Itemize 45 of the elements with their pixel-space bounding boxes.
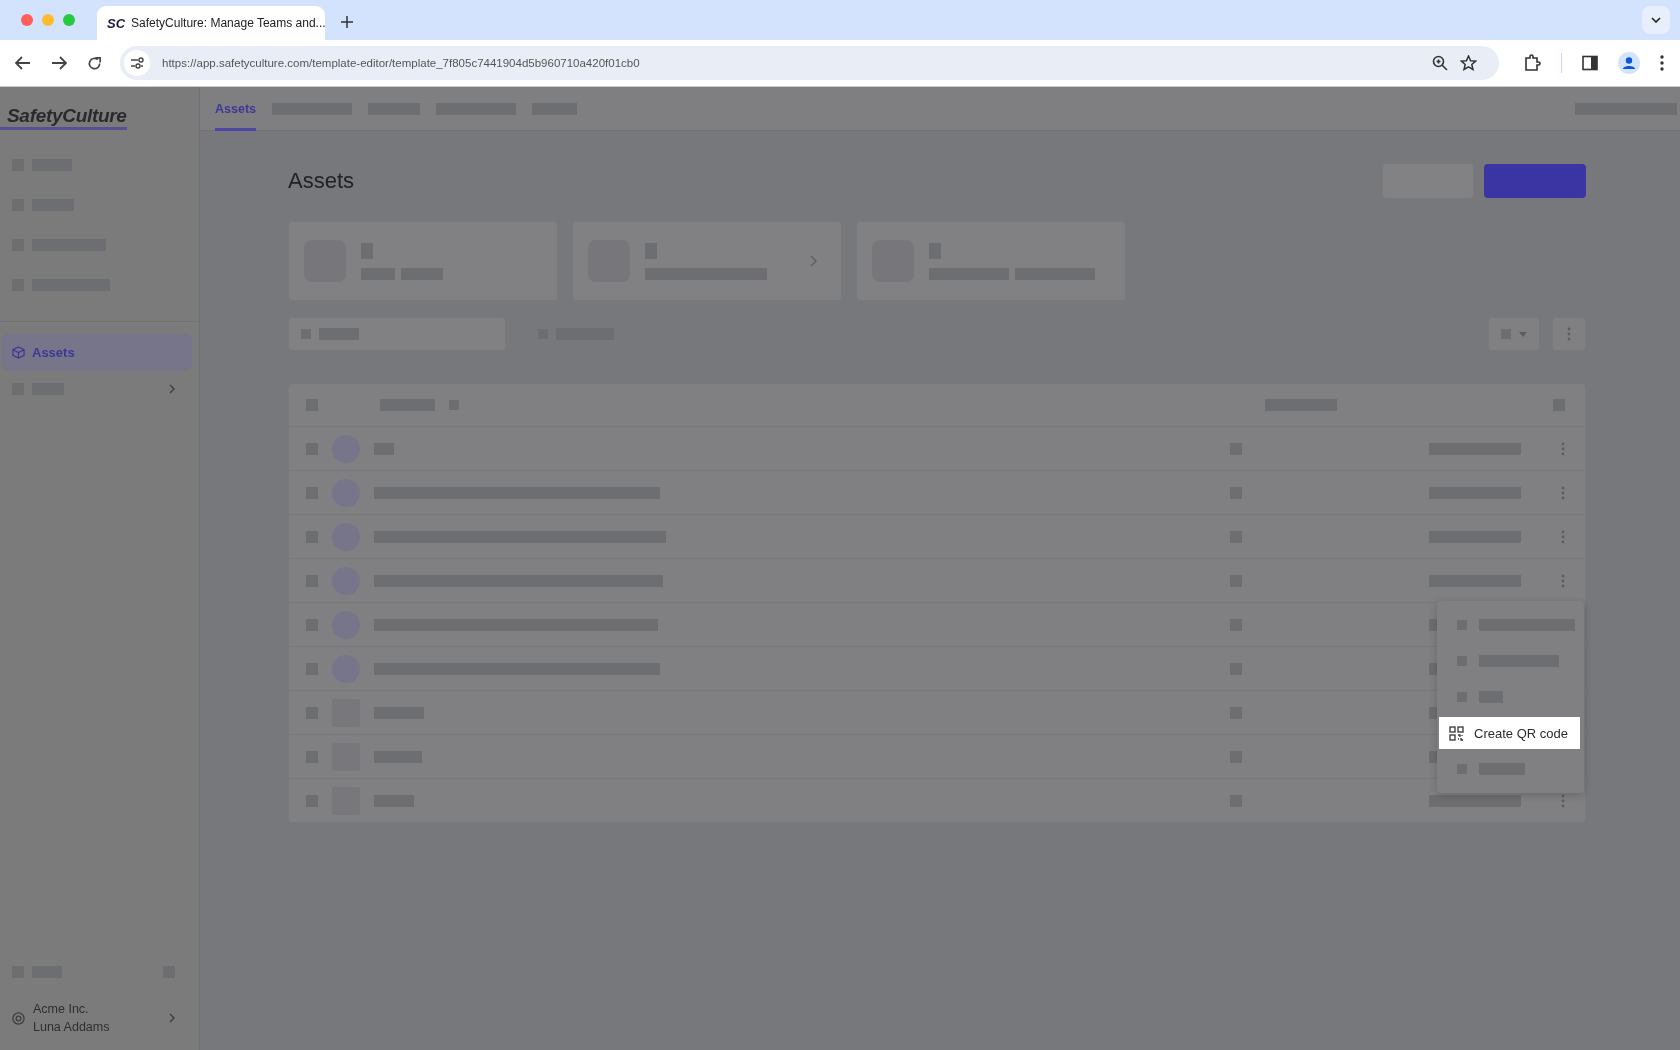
tab-list-button[interactable]: [1642, 6, 1670, 34]
tab-favicon: SC: [107, 15, 126, 31]
more-icon[interactable]: [1561, 485, 1565, 500]
profile-icon[interactable]: [1618, 52, 1640, 74]
maximize-window-icon[interactable]: [63, 14, 75, 26]
tab[interactable]: Assets: [215, 86, 256, 131]
nav-item[interactable]: Assets: [1, 334, 192, 371]
more-button[interactable]: [1552, 317, 1586, 351]
blurred-view-button[interactable]: [1488, 317, 1540, 351]
user-name[interactable]: Luna Addams: [33, 1018, 110, 1036]
chevron-down-icon: [1651, 17, 1661, 23]
more-icon[interactable]: [1561, 793, 1565, 808]
browser-menu-icon[interactable]: [1660, 55, 1664, 71]
forward-icon[interactable]: [51, 56, 67, 70]
more-icon[interactable]: [1561, 441, 1565, 456]
organization-name[interactable]: Acme Inc.: [33, 1000, 110, 1018]
back-icon[interactable]: [15, 56, 31, 70]
close-window-icon[interactable]: [21, 14, 33, 26]
qr-code-icon: [1449, 725, 1464, 741]
menu-item[interactable]: Create QR code: [1439, 717, 1580, 749]
more-icon[interactable]: [1561, 573, 1565, 588]
chevron-icon[interactable]: [169, 1013, 175, 1023]
address-bar[interactable]: https://app.safetyculture.com/template-editor/template_7f805c7441904d5b960710a420f01cb0: [120, 46, 1499, 80]
tab-title: SafetyCulture: Manage Teams and...: [131, 16, 326, 30]
summary-card[interactable]: [572, 221, 842, 301]
reload-icon[interactable]: [87, 55, 102, 71]
blurred-button[interactable]: [1484, 164, 1586, 198]
more-icon: [1567, 327, 1571, 341]
extensions-icon[interactable]: [1523, 54, 1541, 72]
more-icon[interactable]: [1561, 529, 1565, 544]
globe-icon: [12, 1011, 25, 1025]
site-settings-icon[interactable]: [124, 50, 150, 76]
side-panel-icon[interactable]: [1582, 55, 1598, 71]
caret-icon: [1519, 331, 1527, 337]
bookmark-star-icon[interactable]: [1460, 55, 1477, 71]
minimize-window-icon[interactable]: [42, 14, 54, 26]
new-tab-icon[interactable]: [341, 16, 353, 28]
page-title: Assets: [288, 168, 355, 194]
zoom-icon[interactable]: [1432, 55, 1448, 71]
chevron-icon[interactable]: [169, 384, 175, 394]
cube-icon: [12, 346, 25, 359]
url-text: https://app.safetyculture.com/template-editor/template_7f805c7441904d5b960710a420f01cb0: [162, 57, 640, 69]
chevron-icon[interactable]: [810, 255, 817, 267]
logo[interactable]: SafetyCulture: [0, 105, 127, 130]
browser-tab[interactable]: SC SafetyCulture: Manage Teams and...: [97, 6, 325, 40]
